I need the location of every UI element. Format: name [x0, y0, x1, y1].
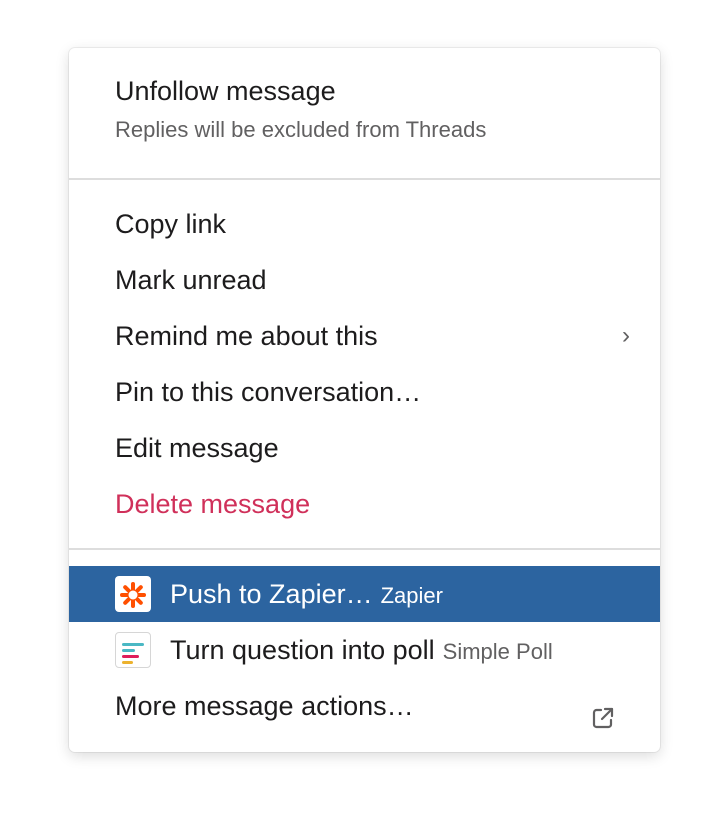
- copy-link-label: Copy link: [115, 209, 227, 239]
- unfollow-message-item[interactable]: Unfollow message Replies will be exclude…: [69, 76, 660, 143]
- simple-poll-app-name: Simple Poll: [442, 639, 553, 664]
- zapier-icon: [115, 576, 151, 612]
- menu-divider: [69, 548, 660, 550]
- turn-question-into-poll-text: Turn question into poll Simple Poll: [170, 622, 553, 680]
- unfollow-message-description: Replies will be excluded from Threads: [115, 117, 487, 142]
- message-context-menu: Unfollow message Replies will be exclude…: [69, 48, 660, 752]
- edit-message-label: Edit message: [115, 433, 279, 463]
- chevron-right-icon: ›: [622, 322, 630, 349]
- turn-question-into-poll-label: Turn question into poll: [170, 635, 435, 665]
- remind-me-item[interactable]: Remind me about this ›: [69, 308, 660, 364]
- pin-to-conversation-label: Pin to this conversation…: [115, 377, 422, 407]
- pin-to-conversation-item[interactable]: Pin to this conversation…: [69, 364, 660, 420]
- external-link-icon: [590, 694, 616, 729]
- push-to-zapier-label: Push to Zapier…: [170, 579, 373, 609]
- more-message-actions-item[interactable]: More message actions…: [69, 678, 660, 734]
- delete-message-item[interactable]: Delete message: [69, 476, 660, 532]
- push-to-zapier-text: Push to Zapier… Zapier: [170, 566, 443, 624]
- mark-unread-item[interactable]: Mark unread: [69, 252, 660, 308]
- push-to-zapier-item[interactable]: Push to Zapier… Zapier: [69, 566, 660, 622]
- more-message-actions-label: More message actions…: [115, 691, 414, 721]
- delete-message-label: Delete message: [115, 489, 311, 519]
- remind-me-label: Remind me about this: [115, 321, 378, 351]
- menu-divider: [69, 178, 660, 180]
- mark-unread-label: Mark unread: [115, 265, 267, 295]
- unfollow-message-label: Unfollow message: [115, 76, 336, 106]
- edit-message-item[interactable]: Edit message: [69, 420, 660, 476]
- copy-link-item[interactable]: Copy link: [69, 196, 660, 252]
- turn-question-into-poll-item[interactable]: Turn question into poll Simple Poll: [69, 622, 660, 678]
- simple-poll-icon: [115, 632, 151, 668]
- zapier-app-name: Zapier: [380, 583, 443, 608]
